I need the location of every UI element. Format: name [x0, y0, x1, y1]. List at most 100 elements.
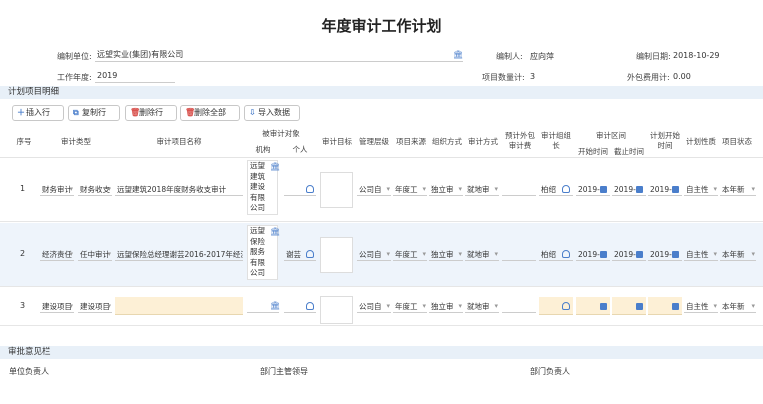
insert-row-button[interactable]: ＋插入行: [12, 105, 64, 121]
header-nature: 计划性质: [686, 137, 716, 146]
org-mode-select[interactable]: 独立审: [429, 248, 463, 261]
header-cost: 预计外包 审计费: [505, 131, 535, 150]
audit-mode-select[interactable]: 就地审: [465, 248, 499, 261]
header-range: 审计区间: [596, 131, 626, 140]
person-icon[interactable]: [562, 250, 570, 258]
cost-input[interactable]: [502, 300, 536, 313]
name-input[interactable]: [115, 297, 243, 315]
header-level: 管理层级: [359, 137, 389, 146]
bank-icon[interactable]: 🏛: [270, 228, 280, 236]
import-icon: ⇩: [249, 108, 256, 117]
nature-select[interactable]: 自主性: [684, 183, 718, 196]
bank-icon[interactable]: 🏛: [270, 302, 280, 310]
calendar-icon[interactable]: [600, 186, 607, 193]
calendar-icon[interactable]: [636, 186, 643, 193]
type-b-select[interactable]: 建设项目: [78, 300, 112, 313]
copy-icon: ⧉: [73, 108, 79, 117]
cost-value: 0.00: [673, 72, 691, 81]
calendar-icon[interactable]: [672, 186, 679, 193]
import-data-button[interactable]: ⇩ 导入数据: [244, 105, 300, 121]
table-row[interactable]: 2 经济责任 任中审计 远望保险总经理谢芸2016-2017年经济 远望保险服务…: [0, 223, 763, 287]
person-value: 应向萍: [530, 52, 554, 61]
bank-icon[interactable]: 🏛: [270, 163, 280, 171]
name-input[interactable]: 远望保险总经理谢芸2016-2017年经济: [115, 248, 243, 261]
row-seq: 3: [20, 301, 26, 310]
calendar-icon[interactable]: [636, 251, 643, 258]
calendar-icon[interactable]: [600, 303, 607, 310]
date-label: 编制日期:: [636, 52, 671, 61]
status-select[interactable]: 本年新: [720, 248, 756, 261]
source-select[interactable]: 年度工: [393, 300, 427, 313]
cost-input[interactable]: [502, 248, 536, 261]
table-row[interactable]: 1 财务审计 财务收支 远望建筑2018年度财务收支审计 远望建筑建设有限公司 …: [0, 158, 763, 222]
org-mode-select[interactable]: 独立审: [429, 183, 463, 196]
header-plan: 计划开始 时间: [650, 131, 680, 150]
type-a-select[interactable]: 财务审计: [40, 183, 74, 196]
type-b-select[interactable]: 财务收支: [78, 183, 112, 196]
audit-mode-select[interactable]: 就地审: [465, 183, 499, 196]
calendar-icon[interactable]: [672, 251, 679, 258]
unit-head-label: 单位负责人: [9, 367, 49, 376]
dept-leader-label: 部门主管领导: [260, 367, 308, 376]
calendar-icon[interactable]: [672, 303, 679, 310]
goal-box[interactable]: [320, 296, 353, 324]
trash-icon: 🗑: [130, 108, 141, 117]
page-title: 年度审计工作计划: [321, 17, 442, 35]
header-audit-mode: 审计方式: [468, 137, 498, 146]
header-target-person: 个人: [292, 145, 308, 154]
person-icon[interactable]: [562, 185, 570, 193]
nature-select[interactable]: 自主性: [684, 248, 718, 261]
header-goal: 审计目标: [322, 137, 352, 146]
cost-input[interactable]: [502, 183, 536, 196]
goal-box[interactable]: [320, 237, 353, 273]
count-label: 项目数量计:: [482, 73, 525, 82]
person-icon[interactable]: [562, 302, 570, 310]
person-icon[interactable]: [306, 302, 314, 310]
year-value: 2019: [97, 71, 118, 80]
delete-row-button[interactable]: 🗑删除行: [125, 105, 177, 121]
header-start: 开始时间: [578, 147, 608, 156]
person-icon[interactable]: [306, 185, 314, 193]
count-value: 3: [530, 72, 536, 81]
unit-field[interactable]: 远望实业(集团)有限公司: [95, 49, 463, 62]
approval-section-title: 审批意见栏: [0, 346, 763, 359]
source-select[interactable]: 年度工: [393, 248, 427, 261]
type-b-select[interactable]: 任中审计: [78, 248, 112, 261]
year-field[interactable]: 2019: [95, 70, 175, 83]
detail-section-title: 计划项目明细: [0, 86, 763, 99]
header-end: 截止时间: [614, 147, 644, 156]
delete-all-button[interactable]: 🗑删除全部: [180, 105, 240, 121]
unit-value: 远望实业(集团)有限公司: [97, 50, 184, 59]
header-type: 审计类型: [61, 137, 91, 146]
level-select[interactable]: 公司自: [357, 248, 391, 261]
status-select[interactable]: 本年新: [720, 300, 756, 313]
calendar-icon[interactable]: [636, 303, 643, 310]
bank-icon[interactable]: 🏛: [453, 51, 463, 59]
plus-icon: ＋: [17, 108, 25, 117]
status-select[interactable]: 本年新: [720, 183, 756, 196]
source-select[interactable]: 年度工: [393, 183, 427, 196]
header-source: 项目来源: [396, 137, 426, 146]
year-label: 工作年度:: [57, 73, 92, 82]
header-target: 被审计对象: [262, 129, 300, 138]
trash-all-icon: 🗑: [185, 108, 196, 117]
dept-head-label: 部门负责人: [530, 367, 570, 376]
type-a-select[interactable]: 经济责任: [40, 248, 74, 261]
level-select[interactable]: 公司自: [357, 300, 391, 313]
table-row[interactable]: 3 建设项目 建设项目 🏛 公司自 年度工 独立审 就地审 自主性 本年新: [0, 288, 763, 326]
unit-label: 编制单位:: [57, 52, 92, 61]
audit-mode-select[interactable]: 就地审: [465, 300, 499, 313]
row-seq: 1: [20, 184, 26, 193]
level-select[interactable]: 公司自: [357, 183, 391, 196]
name-input[interactable]: 远望建筑2018年度财务收支审计: [115, 183, 243, 196]
person-label: 编制人:: [496, 52, 523, 61]
goal-box[interactable]: [320, 172, 353, 208]
nature-select[interactable]: 自主性: [684, 300, 718, 313]
table-header: 序号 审计类型 审计项目名称 被审计对象 机构 个人 审计目标 管理层级 项目来…: [0, 126, 763, 158]
org-mode-select[interactable]: 独立审: [429, 300, 463, 313]
calendar-icon[interactable]: [600, 251, 607, 258]
type-a-select[interactable]: 建设项目: [40, 300, 74, 313]
person-icon[interactable]: [306, 250, 314, 258]
copy-row-button[interactable]: ⧉ 复制行: [68, 105, 120, 121]
header-org-mode: 组织方式: [432, 137, 462, 146]
